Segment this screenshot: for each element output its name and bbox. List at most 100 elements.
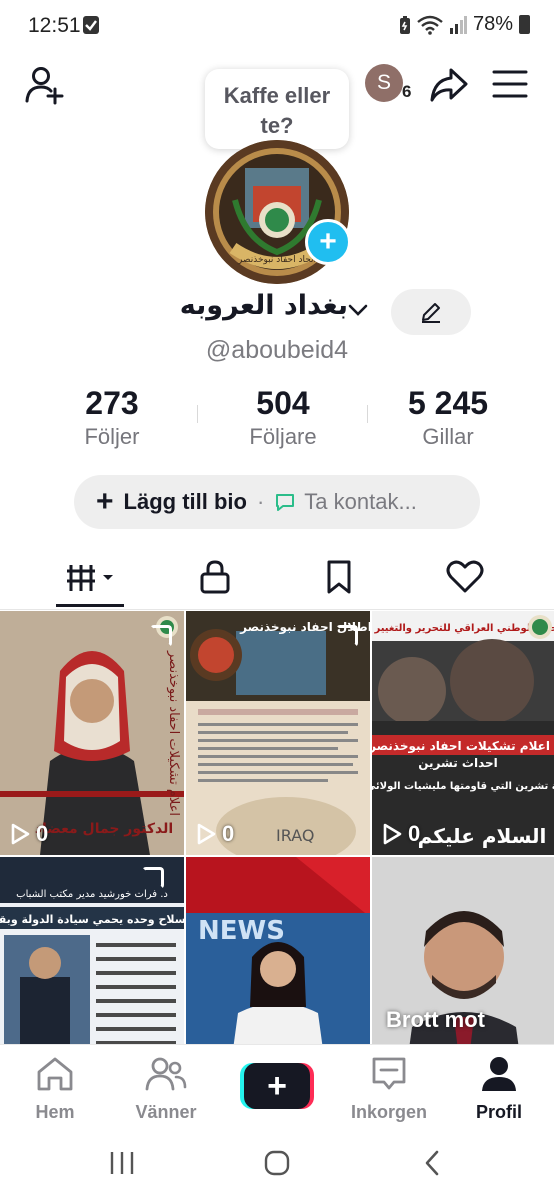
video-tile[interactable]: د. فرات خورشيد مدير مكتب الشباب هل السلا… [0, 857, 184, 1047]
home-system-button[interactable] [257, 1146, 297, 1180]
video-tile[interactable]: التجمع الوطني العراقي للتحرير والتغيير #… [372, 611, 554, 855]
recents-button[interactable] [102, 1146, 142, 1180]
avatar-initial: S [376, 71, 391, 94]
display-name[interactable]: بغداد العروبه [180, 290, 348, 321]
play-icon [383, 823, 402, 845]
heart-icon [446, 560, 484, 593]
battery-icon [519, 15, 530, 34]
account-avatar[interactable]: S [365, 64, 403, 102]
video-tile[interactable]: اعلام تشكيلات احفاد نبوخذنصر الدكتور جما… [0, 611, 184, 855]
avatar-overlay-text: اتحاد احفاد نبوخذنصر [237, 255, 316, 265]
tile-overlay-text: هذه هي فتنة تشرين التي قاومتها مليشيات ا… [372, 781, 554, 792]
home-circle-icon [264, 1150, 290, 1176]
pin-icon [150, 625, 172, 647]
nav-profile[interactable]: Profil [454, 1055, 544, 1123]
nav-friends-label: Vänner [135, 1102, 197, 1122]
recents-icon [110, 1152, 134, 1174]
battery-percent: 78% [472, 13, 513, 35]
stat-likes[interactable]: 5 245 Gillar [392, 383, 504, 451]
view-count-value: 0 [408, 821, 421, 846]
tile-overlay-text: IRAQ [276, 826, 314, 845]
status-bar: 12:51 78% [0, 0, 554, 52]
nav-inbox[interactable]: Inkorgen [344, 1055, 434, 1123]
tab-saved[interactable] [316, 552, 362, 602]
play-icon [197, 823, 216, 845]
nav-home-label: Hem [35, 1102, 75, 1122]
tile-overlay-text: الدكتور جمال معضاد [35, 821, 173, 837]
chevron-down-icon[interactable] [346, 300, 370, 320]
chat-icon [276, 494, 295, 511]
video-tile[interactable]: اطلال احفاد نبوخذنصر IRAQ 0 [186, 611, 370, 855]
bottom-nav: Hem Vänner + Inkorgen Profil [0, 1044, 554, 1124]
nav-friends[interactable]: Vänner [121, 1055, 211, 1123]
add-bio-button[interactable]: Lägg till bio [124, 489, 247, 515]
tile-caption: Brott mot [386, 1007, 485, 1032]
plus-icon: + [244, 1063, 310, 1109]
menu-icon [492, 70, 528, 98]
tab-private[interactable] [190, 552, 240, 602]
stat-likes-value: 5 245 [407, 385, 489, 421]
account-count-badge: 6 [402, 82, 412, 101]
stat-followers[interactable]: 504 Följare [227, 383, 339, 451]
bio-pill: + Lägg till bio · Ta kontak... [74, 475, 480, 529]
lock-icon [200, 560, 230, 594]
video-tile[interactable]: NEWS [186, 857, 370, 1047]
status-time: 12:51 [28, 14, 81, 37]
tile-overlay-text: NEWS [198, 916, 285, 946]
bookmark-icon [327, 560, 351, 594]
add-photo-button[interactable]: + [305, 219, 351, 265]
pin-icon [336, 625, 358, 647]
stat-followers-label: Följare [249, 424, 317, 449]
view-count-value: 0 [222, 821, 235, 846]
status-bubble[interactable]: Kaffe eller te? [205, 69, 349, 149]
tile-side-text: اعلام تشكيلات احفاد نبوخذنصر [166, 650, 181, 816]
tile-bottom-text: السلام عليكم [418, 824, 547, 848]
menu-button[interactable] [490, 66, 530, 102]
home-icon [37, 1057, 73, 1091]
view-count: 0 [196, 821, 234, 847]
nav-home[interactable]: Hem [10, 1055, 100, 1123]
battery-saver-icon [399, 15, 410, 34]
nav-inbox-label: Inkorgen [350, 1102, 427, 1122]
tile-sub: احداث تشرين [418, 756, 498, 770]
bubble-line-1: Kaffe eller [223, 83, 331, 108]
stat-divider [367, 405, 368, 423]
inbox-icon [372, 1057, 406, 1090]
check-icon [83, 16, 99, 34]
stat-divider [197, 405, 198, 423]
tab-liked[interactable] [440, 552, 490, 602]
wifi-icon [417, 15, 443, 35]
stat-followers-value: 504 [256, 385, 310, 421]
bubble-line-2: te? [260, 113, 294, 138]
pin-icon [142, 867, 164, 889]
pencil-icon [422, 303, 440, 323]
stat-following-value: 273 [85, 385, 139, 421]
friends-icon [145, 1057, 187, 1091]
tile-heading: د. فرات خورشيد مدير مكتب الشباب [16, 889, 168, 900]
plus-icon[interactable]: + [96, 487, 114, 517]
plus-icon: + [319, 225, 337, 258]
contact-label: Ta kontak... [304, 489, 417, 514]
system-nav-bar [0, 1124, 554, 1200]
contact-button[interactable]: Ta kontak... [274, 489, 417, 515]
signal-icon [449, 15, 467, 34]
create-button[interactable]: + [240, 1063, 314, 1109]
username: @aboubeid4 [205, 336, 349, 364]
tile-tag: #اعلام تشكيلات احفاد نبوخذنصر [372, 739, 550, 754]
tab-indicator [56, 604, 124, 607]
add-user-button[interactable] [24, 64, 66, 106]
view-count-value: 0 [36, 821, 49, 846]
edit-profile-button[interactable] [391, 289, 471, 335]
add-user-icon [25, 67, 64, 105]
stat-following[interactable]: 273 Följer [62, 383, 162, 451]
status-indicators: 78% [399, 13, 530, 36]
back-button[interactable] [412, 1146, 452, 1180]
video-tile[interactable]: Brott mot [372, 857, 554, 1047]
share-button[interactable] [428, 66, 470, 104]
view-count: 0 [10, 821, 48, 847]
tab-videos[interactable] [56, 552, 124, 602]
profile-tabs [0, 552, 554, 608]
view-count: 0 [382, 821, 420, 847]
stats-row: 273 Följer 504 Följare 5 245 Gillar [0, 383, 554, 453]
nav-profile-label: Profil [475, 1102, 522, 1122]
